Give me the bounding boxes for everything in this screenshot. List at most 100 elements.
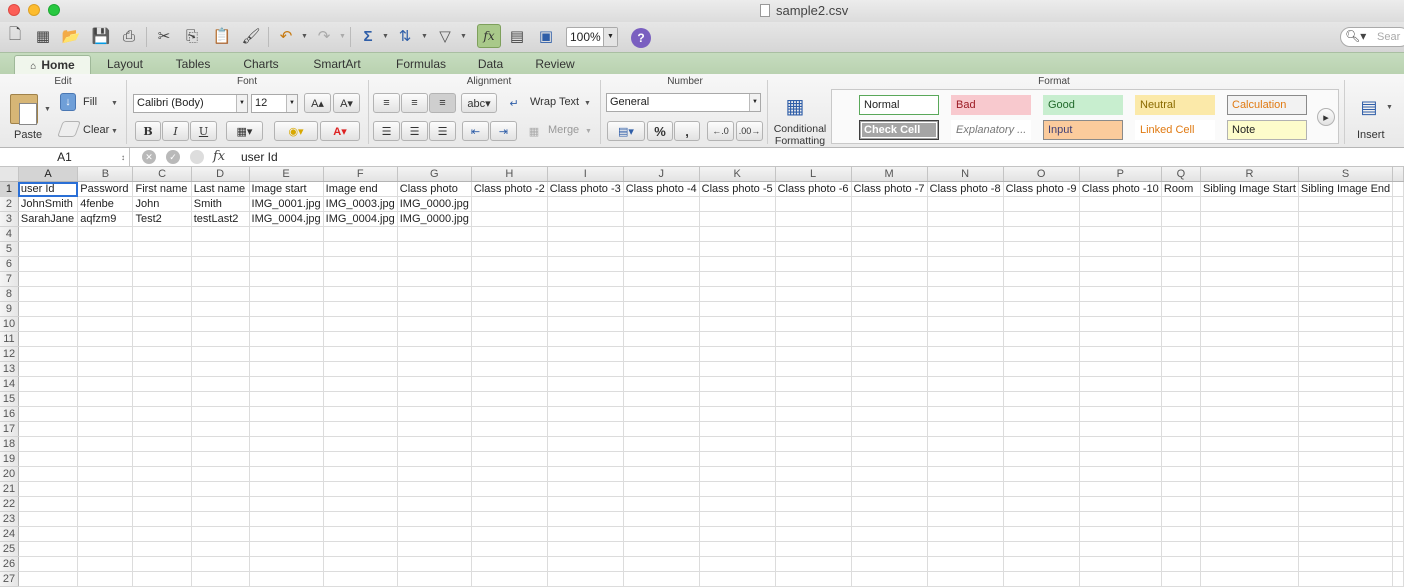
cell[interactable]: Class photo (397, 181, 472, 197)
cell[interactable] (323, 241, 398, 257)
cell[interactable]: IMG_0004.jpg (249, 211, 324, 227)
column-header[interactable]: B (77, 167, 134, 182)
cell[interactable] (775, 241, 852, 257)
cell[interactable] (1003, 286, 1080, 302)
cell[interactable] (132, 301, 192, 317)
cell[interactable] (77, 511, 134, 527)
cell[interactable] (1392, 196, 1404, 212)
zoom-window-button[interactable] (48, 4, 60, 16)
cell[interactable] (132, 526, 192, 542)
cell[interactable] (77, 241, 134, 257)
row-header[interactable]: 12 (0, 346, 19, 362)
merge-icon[interactable]: ▦ (525, 121, 543, 141)
cell[interactable] (851, 481, 928, 497)
cell[interactable] (699, 196, 776, 212)
cell[interactable] (1079, 466, 1162, 482)
cell[interactable] (775, 526, 852, 542)
column-header[interactable]: E (249, 167, 324, 182)
row-header[interactable]: 22 (0, 496, 19, 512)
cell[interactable] (132, 286, 192, 302)
cell[interactable] (471, 256, 548, 272)
style-explanatory[interactable]: Explanatory ... (951, 120, 1031, 140)
cell[interactable] (18, 556, 79, 572)
cell[interactable] (1161, 451, 1201, 467)
cell[interactable] (1392, 211, 1404, 227)
cell[interactable] (1200, 391, 1299, 407)
cell[interactable] (1003, 421, 1080, 437)
cell[interactable] (323, 451, 398, 467)
fill-color-button[interactable]: ◉▾ (274, 121, 318, 141)
cell[interactable] (77, 316, 134, 332)
cell[interactable] (851, 556, 928, 572)
insert-dropdown-icon[interactable]: ▼ (1386, 104, 1393, 111)
cell[interactable] (323, 421, 398, 437)
cell[interactable] (547, 211, 624, 227)
conditional-formatting-label[interactable]: Conditional Formatting (770, 123, 830, 147)
percent-button[interactable]: % (647, 121, 673, 141)
cell[interactable] (191, 451, 250, 467)
row-header[interactable]: 7 (0, 271, 19, 287)
redo-icon[interactable]: ↷ (313, 25, 335, 47)
cell[interactable] (851, 211, 928, 227)
cell[interactable] (1161, 376, 1201, 392)
cell[interactable] (1161, 496, 1201, 512)
copy-icon[interactable]: ⎘ (181, 25, 203, 47)
column-header[interactable]: P (1079, 167, 1162, 182)
cell[interactable] (851, 466, 928, 482)
cell[interactable] (927, 406, 1004, 422)
cell[interactable] (927, 376, 1004, 392)
cell[interactable]: IMG_0003.jpg (323, 196, 398, 212)
cell[interactable] (927, 316, 1004, 332)
row-header[interactable]: 4 (0, 226, 19, 242)
cell[interactable] (397, 241, 472, 257)
cell[interactable] (1200, 406, 1299, 422)
cell[interactable] (1392, 421, 1404, 437)
cell[interactable] (471, 226, 548, 242)
cell[interactable] (547, 436, 624, 452)
cell[interactable] (132, 421, 192, 437)
cell[interactable] (547, 361, 624, 377)
row-header[interactable]: 1 (0, 181, 19, 197)
cell[interactable] (1003, 316, 1080, 332)
cell[interactable] (927, 286, 1004, 302)
cell[interactable] (397, 436, 472, 452)
fill-icon[interactable]: ↓ (60, 93, 76, 111)
cell[interactable] (191, 496, 250, 512)
cell[interactable] (77, 286, 134, 302)
cell[interactable] (397, 451, 472, 467)
cell[interactable] (1200, 196, 1299, 212)
align-top-button[interactable]: ≡ (373, 93, 400, 113)
cell[interactable] (1200, 226, 1299, 242)
cell[interactable] (191, 436, 250, 452)
cell[interactable] (1200, 211, 1299, 227)
cell[interactable] (77, 556, 134, 572)
cell[interactable] (323, 316, 398, 332)
formula-input[interactable]: user Id (241, 150, 278, 164)
cell[interactable] (547, 346, 624, 362)
cell[interactable]: IMG_0000.jpg (397, 196, 472, 212)
cell[interactable] (775, 496, 852, 512)
save-icon[interactable]: 💾 (90, 25, 112, 47)
cell[interactable] (1161, 526, 1201, 542)
cell[interactable] (851, 241, 928, 257)
cell[interactable] (471, 541, 548, 557)
cell[interactable] (397, 481, 472, 497)
cell[interactable] (699, 226, 776, 242)
zoom-select[interactable]: 100% ▼ (566, 27, 618, 47)
cell[interactable] (323, 346, 398, 362)
row-header[interactable]: 3 (0, 211, 19, 227)
cell[interactable]: IMG_0001.jpg (249, 196, 324, 212)
cell[interactable] (249, 466, 324, 482)
cell[interactable] (623, 556, 700, 572)
cell[interactable] (191, 271, 250, 287)
cell[interactable] (471, 241, 548, 257)
cell[interactable] (547, 526, 624, 542)
confirm-entry-icon[interactable]: ✓ (166, 150, 180, 164)
cell[interactable] (1298, 541, 1394, 557)
cell[interactable] (1298, 211, 1394, 227)
cell[interactable] (1161, 466, 1201, 482)
cell[interactable] (623, 286, 700, 302)
cell[interactable] (323, 436, 398, 452)
cell[interactable] (1200, 376, 1299, 392)
cell[interactable] (1298, 466, 1394, 482)
